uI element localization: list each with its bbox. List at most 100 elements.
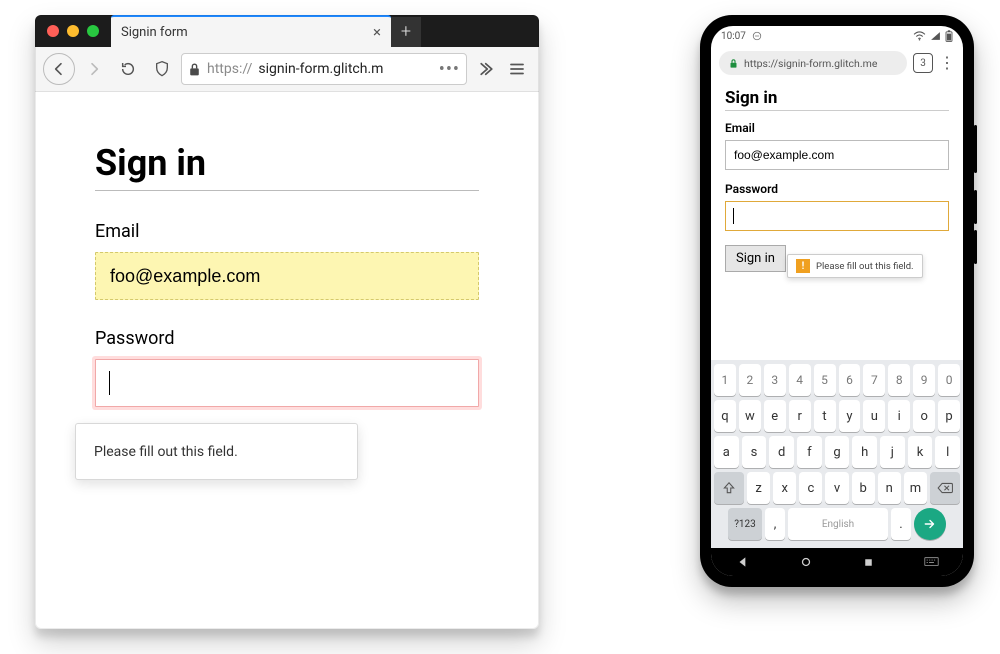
hamburger-menu-icon[interactable]	[503, 55, 531, 83]
key-j[interactable]: j	[880, 436, 905, 468]
validation-message: Please fill out this field.	[816, 261, 914, 272]
key-r[interactable]: r	[789, 400, 811, 432]
key-backspace[interactable]	[930, 472, 960, 504]
text-caret	[109, 371, 110, 395]
key-u[interactable]: u	[863, 400, 885, 432]
email-field[interactable]	[725, 140, 949, 170]
key-a[interactable]: a	[714, 436, 739, 468]
close-window-button[interactable]	[47, 25, 59, 37]
key-c[interactable]: c	[799, 472, 822, 504]
key-space[interactable]: English	[788, 508, 888, 540]
status-time: 10:07	[721, 31, 746, 42]
key-i[interactable]: i	[888, 400, 910, 432]
url-bar[interactable]: https:// signin-form.glitch.m •••	[181, 53, 467, 85]
key-9[interactable]: 9	[913, 364, 935, 396]
validation-tooltip: ! Please fill out this field.	[787, 254, 923, 278]
url-protocol: https://	[207, 61, 252, 77]
minimize-window-button[interactable]	[67, 25, 79, 37]
key-y[interactable]: y	[839, 400, 861, 432]
key-enter[interactable]	[914, 508, 946, 540]
maximize-window-button[interactable]	[87, 25, 99, 37]
tracking-protection-icon[interactable]	[147, 54, 177, 84]
validation-tooltip: Please fill out this field.	[75, 423, 358, 480]
validation-message: Please fill out this field.	[94, 444, 238, 460]
tab-count-button[interactable]: 3	[913, 53, 933, 73]
warning-icon: !	[796, 259, 810, 273]
phone-power-button[interactable]	[974, 125, 977, 173]
heading-rule	[95, 190, 479, 191]
key-s[interactable]: s	[742, 436, 767, 468]
key-5[interactable]: 5	[814, 364, 836, 396]
phone-volume-down-button[interactable]	[974, 230, 977, 264]
nav-recents-icon[interactable]	[862, 556, 875, 569]
key-t[interactable]: t	[814, 400, 836, 432]
email-field[interactable]	[95, 252, 479, 300]
key-123[interactable]: ?123	[728, 508, 762, 540]
nav-back-icon[interactable]	[736, 555, 750, 569]
browser-tab-active[interactable]: Signin form ×	[111, 15, 391, 47]
key-m[interactable]: m	[904, 472, 927, 504]
key-q[interactable]: q	[714, 400, 736, 432]
heading-rule	[725, 110, 949, 111]
key-l[interactable]: l	[935, 436, 960, 468]
key-0[interactable]: 0	[938, 364, 960, 396]
key-4[interactable]: 4	[789, 364, 811, 396]
key-v[interactable]: v	[825, 472, 848, 504]
page-actions-icon[interactable]: •••	[439, 59, 460, 80]
key-8[interactable]: 8	[888, 364, 910, 396]
key-d[interactable]: d	[769, 436, 794, 468]
reload-button[interactable]	[113, 54, 143, 84]
key-6[interactable]: 6	[839, 364, 861, 396]
key-e[interactable]: e	[764, 400, 786, 432]
forward-button[interactable]	[79, 54, 109, 84]
key-[interactable]: .	[891, 508, 911, 540]
url-host: signin-form.glitch.m	[258, 61, 383, 77]
overflow-chevron-icon[interactable]	[471, 55, 499, 83]
text-caret	[733, 208, 734, 224]
lock-icon	[188, 62, 201, 77]
close-tab-icon[interactable]: ×	[373, 23, 381, 41]
email-label: Email	[725, 121, 949, 135]
key-shift[interactable]	[714, 472, 744, 504]
mobile-address-bar-row: https://signin-form.glitch.me 3 ⋮	[719, 48, 955, 78]
key-2[interactable]: 2	[739, 364, 761, 396]
tab-strip: Signin form × +	[111, 15, 539, 47]
key-1[interactable]: 1	[714, 364, 736, 396]
key-g[interactable]: g	[825, 436, 850, 468]
key-f[interactable]: f	[797, 436, 822, 468]
key-b[interactable]: b	[852, 472, 875, 504]
lock-icon	[729, 58, 738, 69]
window-controls	[35, 15, 111, 47]
key-k[interactable]: k	[908, 436, 933, 468]
key-3[interactable]: 3	[764, 364, 786, 396]
window-titlebar: Signin form × +	[35, 15, 539, 47]
cell-signal-icon	[930, 31, 941, 41]
nav-home-icon[interactable]	[799, 555, 813, 569]
key-[interactable]: ,	[765, 508, 785, 540]
email-label: Email	[95, 221, 479, 242]
phone-volume-up-button[interactable]	[974, 190, 977, 224]
page-heading: Sign in	[95, 142, 479, 184]
desktop-browser-window: Signin form × + htt	[35, 15, 539, 629]
key-x[interactable]: x	[773, 472, 796, 504]
password-field[interactable]	[95, 359, 479, 407]
key-p[interactable]: p	[938, 400, 960, 432]
do-not-disturb-icon	[752, 31, 762, 41]
phone-screen: 10:07	[711, 26, 963, 576]
key-z[interactable]: z	[747, 472, 770, 504]
mobile-url-bar[interactable]: https://signin-form.glitch.me	[719, 51, 907, 75]
sign-in-button[interactable]: Sign in	[725, 245, 786, 272]
browser-toolbar: https:// signin-form.glitch.m •••	[35, 47, 539, 92]
wifi-icon	[913, 31, 926, 41]
key-n[interactable]: n	[878, 472, 901, 504]
key-h[interactable]: h	[852, 436, 877, 468]
key-w[interactable]: w	[739, 400, 761, 432]
key-o[interactable]: o	[913, 400, 935, 432]
password-label: Password	[725, 182, 949, 196]
new-tab-button[interactable]: +	[391, 17, 421, 47]
back-button[interactable]	[43, 53, 75, 85]
nav-keyboard-icon[interactable]	[924, 557, 939, 568]
key-7[interactable]: 7	[863, 364, 885, 396]
status-bar: 10:07	[711, 26, 963, 46]
password-field[interactable]	[725, 201, 949, 231]
